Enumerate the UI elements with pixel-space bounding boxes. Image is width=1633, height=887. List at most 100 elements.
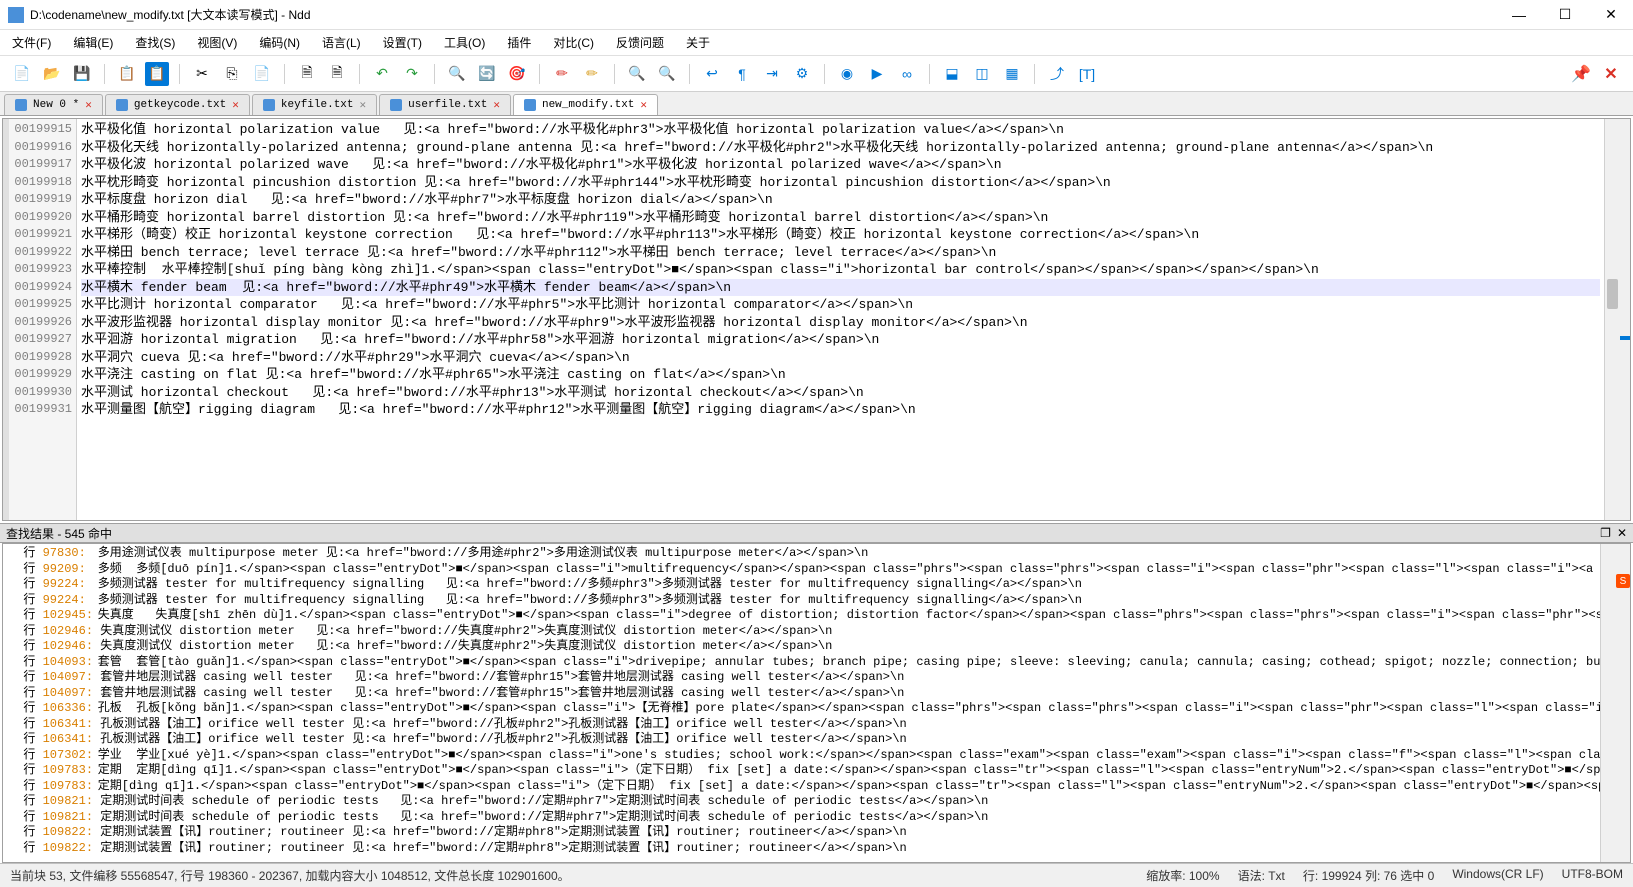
grid-icon[interactable]: ▦ — [1000, 62, 1024, 86]
search-result-row[interactable]: 行 106336: 孔板 孔板[kǒng bǎn]1.</span><span … — [9, 701, 1594, 717]
paste2-icon[interactable]: 📄 — [250, 62, 274, 86]
search-result-row[interactable]: 行 106341: 孔板测试器【油工】orifice well tester 见… — [9, 717, 1594, 733]
search-result-row[interactable]: 行 102945: 失真度 失真度[shī zhēn dù]1.</span><… — [9, 608, 1594, 624]
new-file-icon[interactable]: 📄 — [10, 62, 34, 86]
search-results-header: 查找结果 - 545 命中 ❐ ✕ — [0, 523, 1633, 543]
goto-icon[interactable]: 🎯 — [505, 62, 529, 86]
zoom-out-icon[interactable]: 🔍 — [655, 62, 679, 86]
search-result-row[interactable]: 行 109822: 定期测试装置【讯】routiner; routineer 见… — [9, 841, 1594, 857]
format-icon[interactable]: [T] — [1075, 62, 1099, 86]
file-icon — [15, 99, 27, 111]
record-icon[interactable]: ◉ — [835, 62, 859, 86]
settings-icon[interactable]: ⚙ — [790, 62, 814, 86]
indent-icon[interactable]: ⇥ — [760, 62, 784, 86]
maximize-button[interactable]: ☐ — [1551, 5, 1579, 25]
link-icon[interactable]: ∞ — [895, 62, 919, 86]
menu-file[interactable]: 文件(F) — [8, 32, 55, 53]
menu-feedback[interactable]: 反馈问题 — [612, 32, 668, 53]
menu-tools[interactable]: 工具(O) — [440, 32, 489, 53]
search-result-row[interactable]: 行 99224: 多频测试器 tester for multifrequency… — [9, 593, 1594, 609]
save-icon[interactable]: 💾 — [70, 62, 94, 86]
search-result-row[interactable]: 行 107302: 学业 学业[xué yè]1.</span><span cl… — [9, 748, 1594, 764]
menu-plugins[interactable]: 插件 — [503, 32, 535, 53]
copy2-icon[interactable]: ⎘ — [220, 62, 244, 86]
search-results-title: 查找结果 - 545 命中 — [6, 525, 112, 542]
menu-language[interactable]: 语言(L) — [318, 32, 365, 53]
pin-icon[interactable]: 📌 — [1569, 62, 1593, 86]
tab-close-icon[interactable]: ✕ — [640, 98, 647, 112]
tab-0[interactable]: New 0 * ✕ — [4, 94, 103, 115]
show-symbols-icon[interactable]: ¶ — [730, 62, 754, 86]
tab-close-icon[interactable]: ✕ — [85, 98, 92, 112]
marker1-icon[interactable]: ✏ — [550, 62, 574, 86]
replace-icon[interactable]: 🔄 — [475, 62, 499, 86]
status-eol[interactable]: Windows(CR LF) — [1452, 867, 1543, 884]
search-result-row[interactable]: 行 97830: 多用途测试仪表 multipurpose meter 见:<a… — [9, 546, 1594, 562]
share-icon[interactable]: ⤴ — [1045, 62, 1069, 86]
open-file-icon[interactable]: 📂 — [40, 62, 64, 86]
code-area[interactable]: 水平极化值 horizontal polarization value 见:<a… — [77, 119, 1604, 520]
menu-edit[interactable]: 编辑(E) — [69, 32, 117, 53]
search-result-row[interactable]: 行 109783: 定期[dìng qī]1.</span><span clas… — [9, 779, 1594, 795]
menu-compare[interactable]: 对比(C) — [549, 32, 598, 53]
search-result-row[interactable]: 行 106341: 孔板测试器【油工】orifice well tester 见… — [9, 732, 1594, 748]
file-icon — [390, 99, 402, 111]
doc2-icon[interactable]: 🗎 — [325, 62, 349, 86]
tab-label: new_modify.txt — [542, 99, 634, 111]
search-result-row[interactable]: 行 102946: 失真度测试仪 distortion meter 见:<a h… — [9, 624, 1594, 640]
search-result-row[interactable]: 行 104097: 套管井地层测试器 casing well tester 见:… — [9, 670, 1594, 686]
tab-close-icon[interactable]: ✕ — [232, 98, 239, 112]
search-maximize-icon[interactable]: ❐ — [1600, 526, 1611, 540]
paste-icon[interactable]: 📋 — [145, 62, 169, 86]
status-cursor: 行: 199924 列: 76 选中 0 — [1303, 867, 1434, 884]
search-result-row[interactable]: 行 99209: 多频 多频[duō pín]1.</span><span cl… — [9, 562, 1594, 578]
menu-about[interactable]: 关于 — [682, 32, 714, 53]
search-result-row[interactable]: 行 99224: 多频测试器 tester for multifrequency… — [9, 577, 1594, 593]
search-close-icon[interactable]: ✕ — [1617, 526, 1627, 540]
marker2-icon[interactable]: ✏ — [580, 62, 604, 86]
close-button[interactable]: ✕ — [1597, 5, 1625, 25]
close-all-icon[interactable]: ✕ — [1599, 62, 1623, 86]
search-result-row[interactable]: 行 109783: 定期 定期[dìng qī]1.</span><span c… — [9, 763, 1594, 779]
search-result-row[interactable]: 行 104097: 套管井地层测试器 casing well tester 见:… — [9, 686, 1594, 702]
status-encoding[interactable]: UTF8-BOM — [1562, 867, 1623, 884]
zoom-in-icon[interactable]: 🔍 — [625, 62, 649, 86]
search-result-row[interactable]: 行 109821: 定期测试时间表 schedule of periodic t… — [9, 794, 1594, 810]
search-results-body[interactable]: 行 97830: 多用途测试仪表 multipurpose meter 见:<a… — [3, 544, 1600, 862]
tab-3[interactable]: userfile.txt✕ — [379, 94, 511, 115]
ime-badge-icon: S — [1616, 574, 1630, 588]
search-result-row[interactable]: 行 102946: 失真度测试仪 distortion meter 见:<a h… — [9, 639, 1594, 655]
search-right-strip: S — [1616, 544, 1630, 862]
window-title: D:\codename\new_modify.txt [大文本读写模式] - N… — [30, 6, 1505, 23]
undo-icon[interactable]: ↶ — [370, 62, 394, 86]
tab-2[interactable]: keyfile.txt ✕ — [252, 94, 377, 115]
minimize-button[interactable]: — — [1505, 5, 1533, 25]
editor[interactable]: 0019991500199916001999170019991800199919… — [2, 118, 1631, 521]
menu-search[interactable]: 查找(S) — [131, 32, 179, 53]
menu-view[interactable]: 视图(V) — [193, 32, 241, 53]
redo-icon[interactable]: ↷ — [400, 62, 424, 86]
search-result-row[interactable]: 行 109821: 定期测试时间表 schedule of periodic t… — [9, 810, 1594, 826]
menu-encoding[interactable]: 编码(N) — [255, 32, 304, 53]
tab-close-icon[interactable]: ✕ — [360, 98, 367, 112]
play-icon[interactable]: ▶ — [865, 62, 889, 86]
search-result-row[interactable]: 行 104093: 套管 套管[tào guǎn]1.</span><span … — [9, 655, 1594, 671]
tab-4[interactable]: new_modify.txt ✕ — [513, 94, 658, 115]
tab-1[interactable]: getkeycode.txt✕ — [105, 94, 250, 115]
copy-icon[interactable]: 📋 — [115, 62, 139, 86]
tab-close-icon[interactable]: ✕ — [493, 98, 500, 112]
line-number-gutter: 0019991500199916001999170019991800199919… — [9, 119, 77, 520]
split-h-icon[interactable]: ⬓ — [940, 62, 964, 86]
tab-label: keyfile.txt — [281, 99, 354, 111]
editor-scrollbar[interactable] — [1604, 119, 1620, 520]
search-scrollbar[interactable] — [1600, 544, 1616, 862]
wrap-icon[interactable]: ↩ — [700, 62, 724, 86]
find-icon[interactable]: 🔍 — [445, 62, 469, 86]
tab-label: New 0 * — [33, 99, 79, 111]
cut-icon[interactable]: ✂ — [190, 62, 214, 86]
search-result-row[interactable]: 行 109822: 定期测试装置【讯】routiner; routineer 见… — [9, 825, 1594, 841]
menu-settings[interactable]: 设置(T) — [379, 32, 426, 53]
file-icon — [263, 99, 275, 111]
split-v-icon[interactable]: ◫ — [970, 62, 994, 86]
doc1-icon[interactable]: 🗎 — [295, 62, 319, 86]
